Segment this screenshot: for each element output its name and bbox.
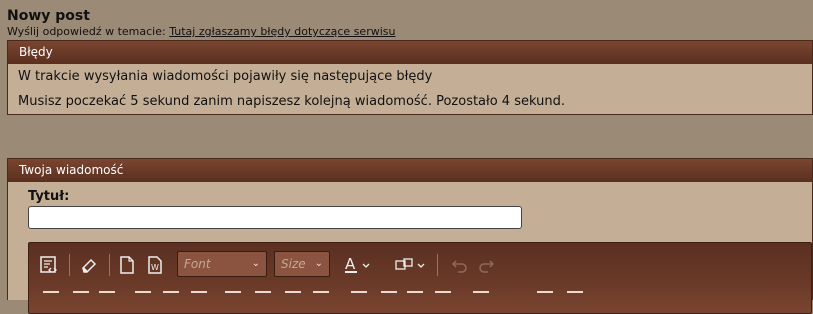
code-icon[interactable]	[537, 291, 553, 305]
topic-link[interactable]: Tutaj zgłaszamy błędy dotyczące serwisu	[169, 25, 395, 38]
error-line: Musisz poczekać 5 sekund zanim napiszesz…	[18, 94, 565, 109]
reply-info: Wyślij odpowiedź w temacie: Tutaj zgłasz…	[7, 25, 395, 39]
redo-icon[interactable]	[475, 253, 499, 277]
underline-icon[interactable]	[99, 291, 115, 305]
title-input[interactable]	[28, 206, 522, 229]
font-color-icon[interactable]: A	[341, 253, 375, 277]
font-placeholder: Font	[184, 257, 211, 271]
quote-icon[interactable]	[473, 291, 489, 305]
source-icon[interactable]	[37, 253, 61, 277]
italic-icon[interactable]	[73, 291, 89, 305]
errors-body: W trakcie wysyłania wiadomości pojawiły …	[8, 64, 812, 114]
errors-header: Błędy	[8, 41, 812, 64]
reply-prefix: Wyślij odpowiedź w temacie:	[7, 25, 166, 38]
new-document-icon[interactable]	[115, 253, 139, 277]
paste-word-icon[interactable]: W	[143, 253, 167, 277]
chevron-down-icon: ⌄	[314, 258, 323, 269]
svg-text:W: W	[151, 263, 159, 272]
message-header: Twoja wiadomość	[8, 159, 812, 182]
unlink-icon[interactable]	[381, 291, 397, 305]
list-icon[interactable]	[225, 291, 241, 305]
font-select[interactable]: Font ⌄	[177, 251, 267, 277]
bold-icon[interactable]	[43, 291, 59, 305]
outdent-icon[interactable]	[313, 291, 329, 305]
align-left-icon[interactable]	[135, 291, 151, 305]
special-insert-icon[interactable]	[393, 253, 429, 277]
toolbar-separator	[69, 254, 70, 276]
errors-panel: Błędy W trakcie wysyłania wiadomości poj…	[7, 40, 813, 115]
size-placeholder: Size	[281, 257, 306, 271]
page-title: Nowy post	[7, 8, 90, 24]
size-select[interactable]: Size ⌄	[274, 251, 330, 277]
toolbar-row-1: W Font ⌄ Size ⌄ A	[29, 251, 811, 279]
editor-toolbar: W Font ⌄ Size ⌄ A	[28, 242, 812, 314]
undo-icon[interactable]	[447, 253, 471, 277]
error-line: W trakcie wysyłania wiadomości pojawiły …	[18, 69, 433, 84]
align-center-icon[interactable]	[163, 291, 179, 305]
media-icon[interactable]	[567, 291, 583, 305]
indent-icon[interactable]	[285, 291, 301, 305]
chevron-down-icon: ⌄	[251, 258, 260, 269]
message-panel: Twoja wiadomość Tytuł: W Font ⌄ Size ⌄ A	[7, 158, 813, 314]
table-icon[interactable]	[435, 291, 451, 305]
toolbar-separator	[437, 254, 438, 276]
svg-text:A: A	[345, 255, 356, 273]
toolbar-separator	[109, 254, 110, 276]
message-body: Tytuł: W Font ⌄ Size ⌄ A	[8, 182, 812, 314]
eraser-icon[interactable]	[77, 253, 101, 277]
align-right-icon[interactable]	[191, 291, 207, 305]
title-label: Tytuł:	[28, 189, 70, 204]
link-icon[interactable]	[351, 291, 367, 305]
ordered-list-icon[interactable]	[255, 291, 271, 305]
image-icon[interactable]	[407, 291, 423, 305]
